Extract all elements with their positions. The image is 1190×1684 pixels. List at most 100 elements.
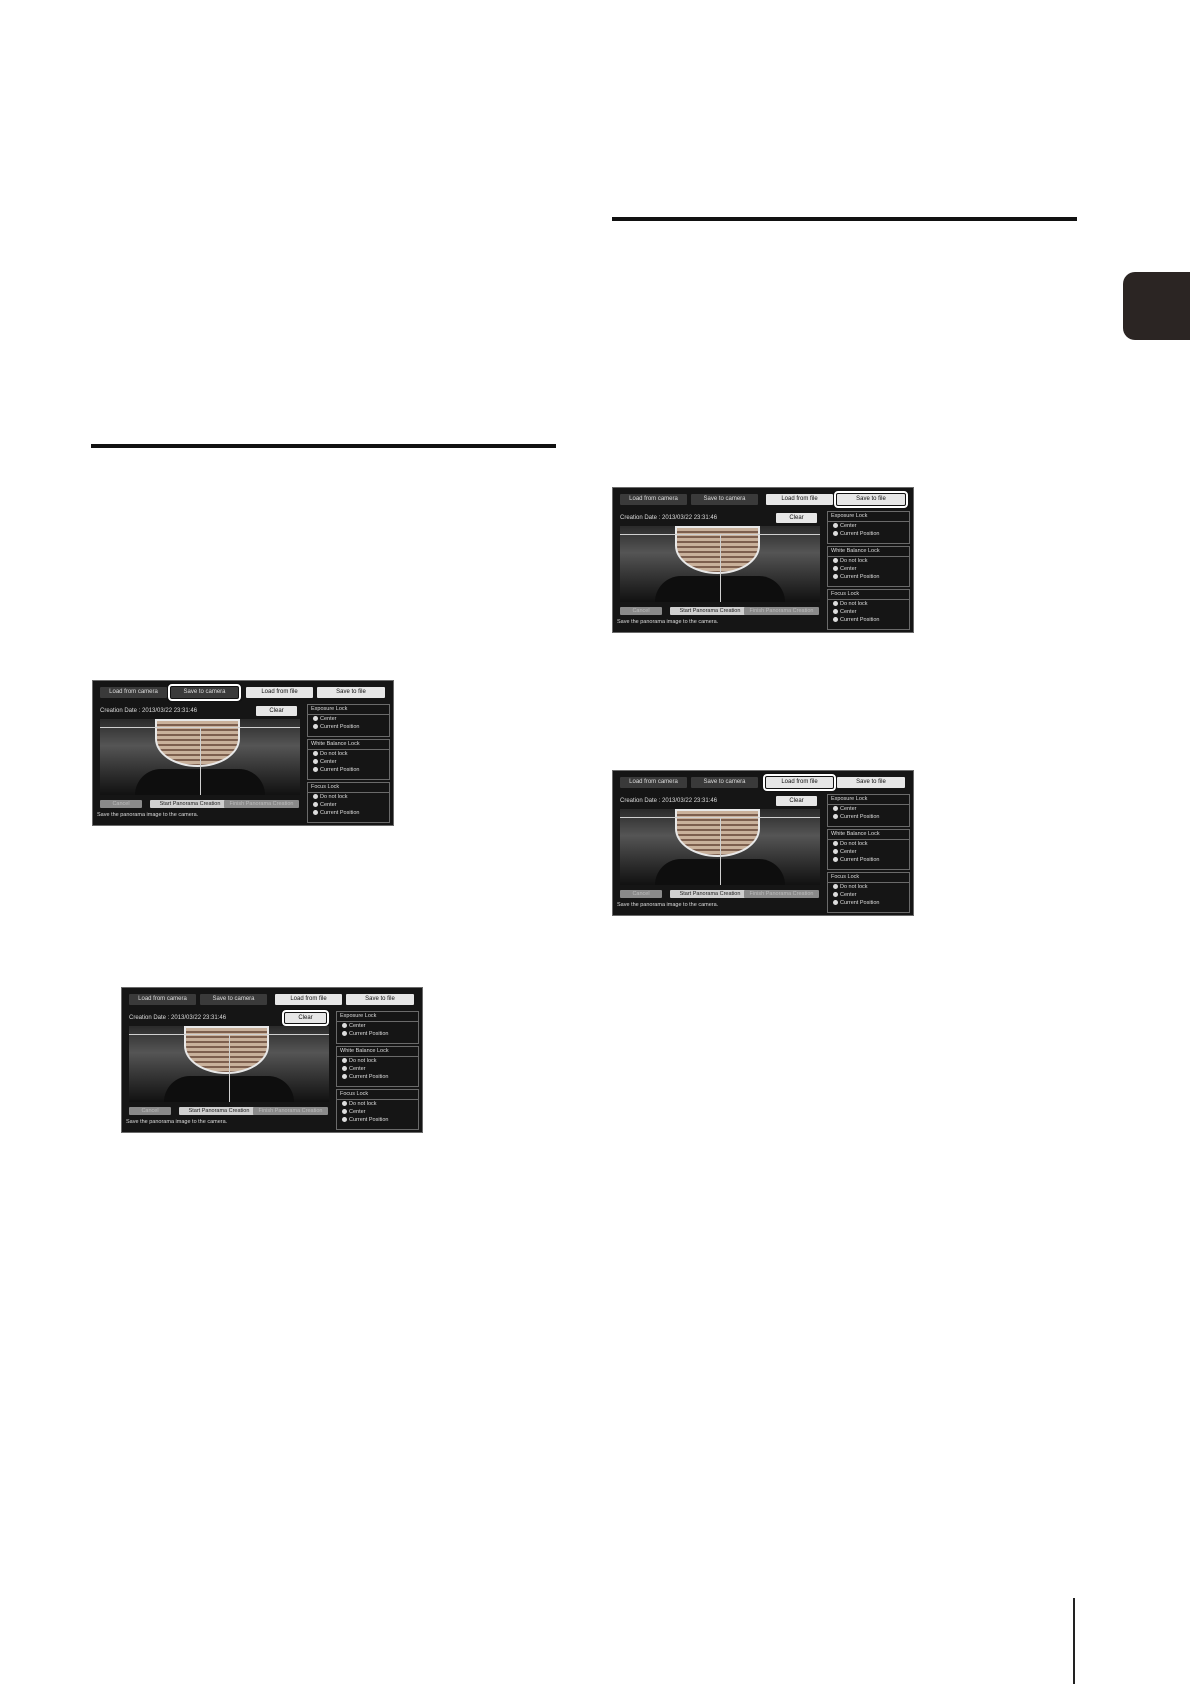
save-to-camera-button[interactable]: Save to camera: [691, 494, 758, 505]
radio-icon[interactable]: [342, 1109, 347, 1114]
radio-option[interactable]: Current Position: [342, 1031, 418, 1038]
radio-option[interactable]: Center: [313, 802, 389, 809]
radio-icon[interactable]: [833, 857, 838, 862]
radio-option[interactable]: Center: [342, 1109, 418, 1116]
radio-option[interactable]: Center: [313, 759, 389, 766]
radio-option[interactable]: Center: [313, 716, 389, 723]
radio-option[interactable]: Center: [833, 523, 909, 530]
radio-icon[interactable]: [833, 884, 838, 889]
save-to-file-button[interactable]: Save to file: [346, 994, 414, 1005]
radio-option[interactable]: Current Position: [833, 857, 909, 864]
vertical-guide-line: [200, 727, 201, 795]
radio-icon[interactable]: [342, 1023, 347, 1028]
radio-option[interactable]: Center: [833, 849, 909, 856]
start-panorama-creation-button[interactable]: Start Panorama Creation: [150, 800, 230, 808]
save-to-camera-button[interactable]: Save to camera: [168, 684, 241, 701]
cancel-button[interactable]: Cancel: [129, 1107, 171, 1115]
clear-button[interactable]: Clear: [776, 796, 817, 806]
radio-option[interactable]: Center: [342, 1023, 418, 1030]
radio-option[interactable]: Current Position: [342, 1074, 418, 1081]
radio-icon[interactable]: [833, 558, 838, 563]
load-from-camera-button[interactable]: Load from camera: [129, 994, 196, 1005]
radio-icon[interactable]: [313, 751, 318, 756]
clear-button[interactable]: Clear: [282, 1010, 329, 1026]
save-to-camera-button[interactable]: Save to camera: [200, 994, 267, 1005]
radio-icon[interactable]: [833, 617, 838, 622]
radio-option[interactable]: Center: [833, 566, 909, 573]
cancel-button[interactable]: Cancel: [620, 607, 662, 615]
radio-option[interactable]: Do not lock: [313, 794, 389, 801]
radio-icon[interactable]: [313, 802, 318, 807]
load-from-file-button[interactable]: Load from file: [246, 687, 313, 698]
radio-label: Current Position: [320, 767, 360, 773]
clear-button[interactable]: Clear: [776, 513, 817, 523]
radio-icon[interactable]: [833, 566, 838, 571]
radio-option[interactable]: Do not lock: [833, 884, 909, 891]
load-from-file-button[interactable]: Load from file: [766, 494, 833, 505]
radio-option[interactable]: Current Position: [833, 617, 909, 624]
finish-panorama-creation-button[interactable]: Finish Panorama Creation: [744, 607, 819, 615]
radio-option[interactable]: Current Position: [313, 767, 389, 774]
radio-icon[interactable]: [342, 1031, 347, 1036]
start-panorama-creation-button[interactable]: Start Panorama Creation: [179, 1107, 259, 1115]
load-from-camera-button[interactable]: Load from camera: [620, 777, 687, 788]
load-from-camera-button[interactable]: Load from camera: [100, 687, 167, 698]
radio-icon[interactable]: [342, 1117, 347, 1122]
start-panorama-creation-button[interactable]: Start Panorama Creation: [670, 890, 750, 898]
radio-option[interactable]: Current Position: [313, 724, 389, 731]
save-to-camera-button[interactable]: Save to camera: [691, 777, 758, 788]
finish-panorama-creation-button[interactable]: Finish Panorama Creation: [224, 800, 299, 808]
load-from-file-button[interactable]: Load from file: [763, 774, 836, 791]
cancel-button[interactable]: Cancel: [620, 890, 662, 898]
radio-option[interactable]: Center: [833, 892, 909, 899]
radio-icon[interactable]: [833, 531, 838, 536]
radio-icon[interactable]: [313, 810, 318, 815]
finish-panorama-creation-button[interactable]: Finish Panorama Creation: [253, 1107, 328, 1115]
radio-icon[interactable]: [833, 574, 838, 579]
radio-icon[interactable]: [833, 609, 838, 614]
radio-option[interactable]: Current Position: [833, 814, 909, 821]
save-to-file-button[interactable]: Save to file: [317, 687, 385, 698]
radio-option[interactable]: Do not lock: [833, 558, 909, 565]
radio-option[interactable]: Do not lock: [342, 1058, 418, 1065]
group-title: Exposure Lock: [831, 513, 868, 519]
radio-icon[interactable]: [342, 1066, 347, 1071]
radio-option[interactable]: Do not lock: [342, 1101, 418, 1108]
radio-icon[interactable]: [342, 1058, 347, 1063]
clear-button[interactable]: Clear: [256, 706, 297, 716]
radio-option[interactable]: Current Position: [833, 574, 909, 581]
save-to-file-button[interactable]: Save to file: [834, 491, 908, 508]
radio-icon[interactable]: [833, 601, 838, 606]
start-panorama-creation-button[interactable]: Start Panorama Creation: [670, 607, 750, 615]
radio-option[interactable]: Do not lock: [313, 751, 389, 758]
radio-icon[interactable]: [833, 523, 838, 528]
radio-option[interactable]: Current Position: [313, 810, 389, 817]
cancel-button[interactable]: Cancel: [100, 800, 142, 808]
radio-icon[interactable]: [342, 1074, 347, 1079]
radio-option[interactable]: Current Position: [342, 1117, 418, 1124]
radio-icon[interactable]: [313, 767, 318, 772]
save-to-file-button[interactable]: Save to file: [837, 777, 905, 788]
radio-icon[interactable]: [833, 806, 838, 811]
radio-option[interactable]: Current Position: [833, 900, 909, 907]
finish-panorama-creation-button[interactable]: Finish Panorama Creation: [744, 890, 819, 898]
radio-icon[interactable]: [313, 759, 318, 764]
radio-icon[interactable]: [833, 849, 838, 854]
radio-icon[interactable]: [342, 1101, 347, 1106]
radio-option[interactable]: Center: [342, 1066, 418, 1073]
radio-icon[interactable]: [833, 900, 838, 905]
radio-icon[interactable]: [313, 716, 318, 721]
radio-option[interactable]: Current Position: [833, 531, 909, 538]
radio-option[interactable]: Center: [833, 806, 909, 813]
radio-option[interactable]: Do not lock: [833, 841, 909, 848]
load-from-camera-button[interactable]: Load from camera: [620, 494, 687, 505]
radio-icon[interactable]: [313, 724, 318, 729]
radio-option[interactable]: Center: [833, 609, 909, 616]
radio-icon[interactable]: [313, 794, 318, 799]
radio-icon[interactable]: [833, 841, 838, 846]
radio-option[interactable]: Do not lock: [833, 601, 909, 608]
load-from-file-button[interactable]: Load from file: [275, 994, 342, 1005]
divider: [828, 839, 909, 840]
radio-icon[interactable]: [833, 892, 838, 897]
radio-icon[interactable]: [833, 814, 838, 819]
